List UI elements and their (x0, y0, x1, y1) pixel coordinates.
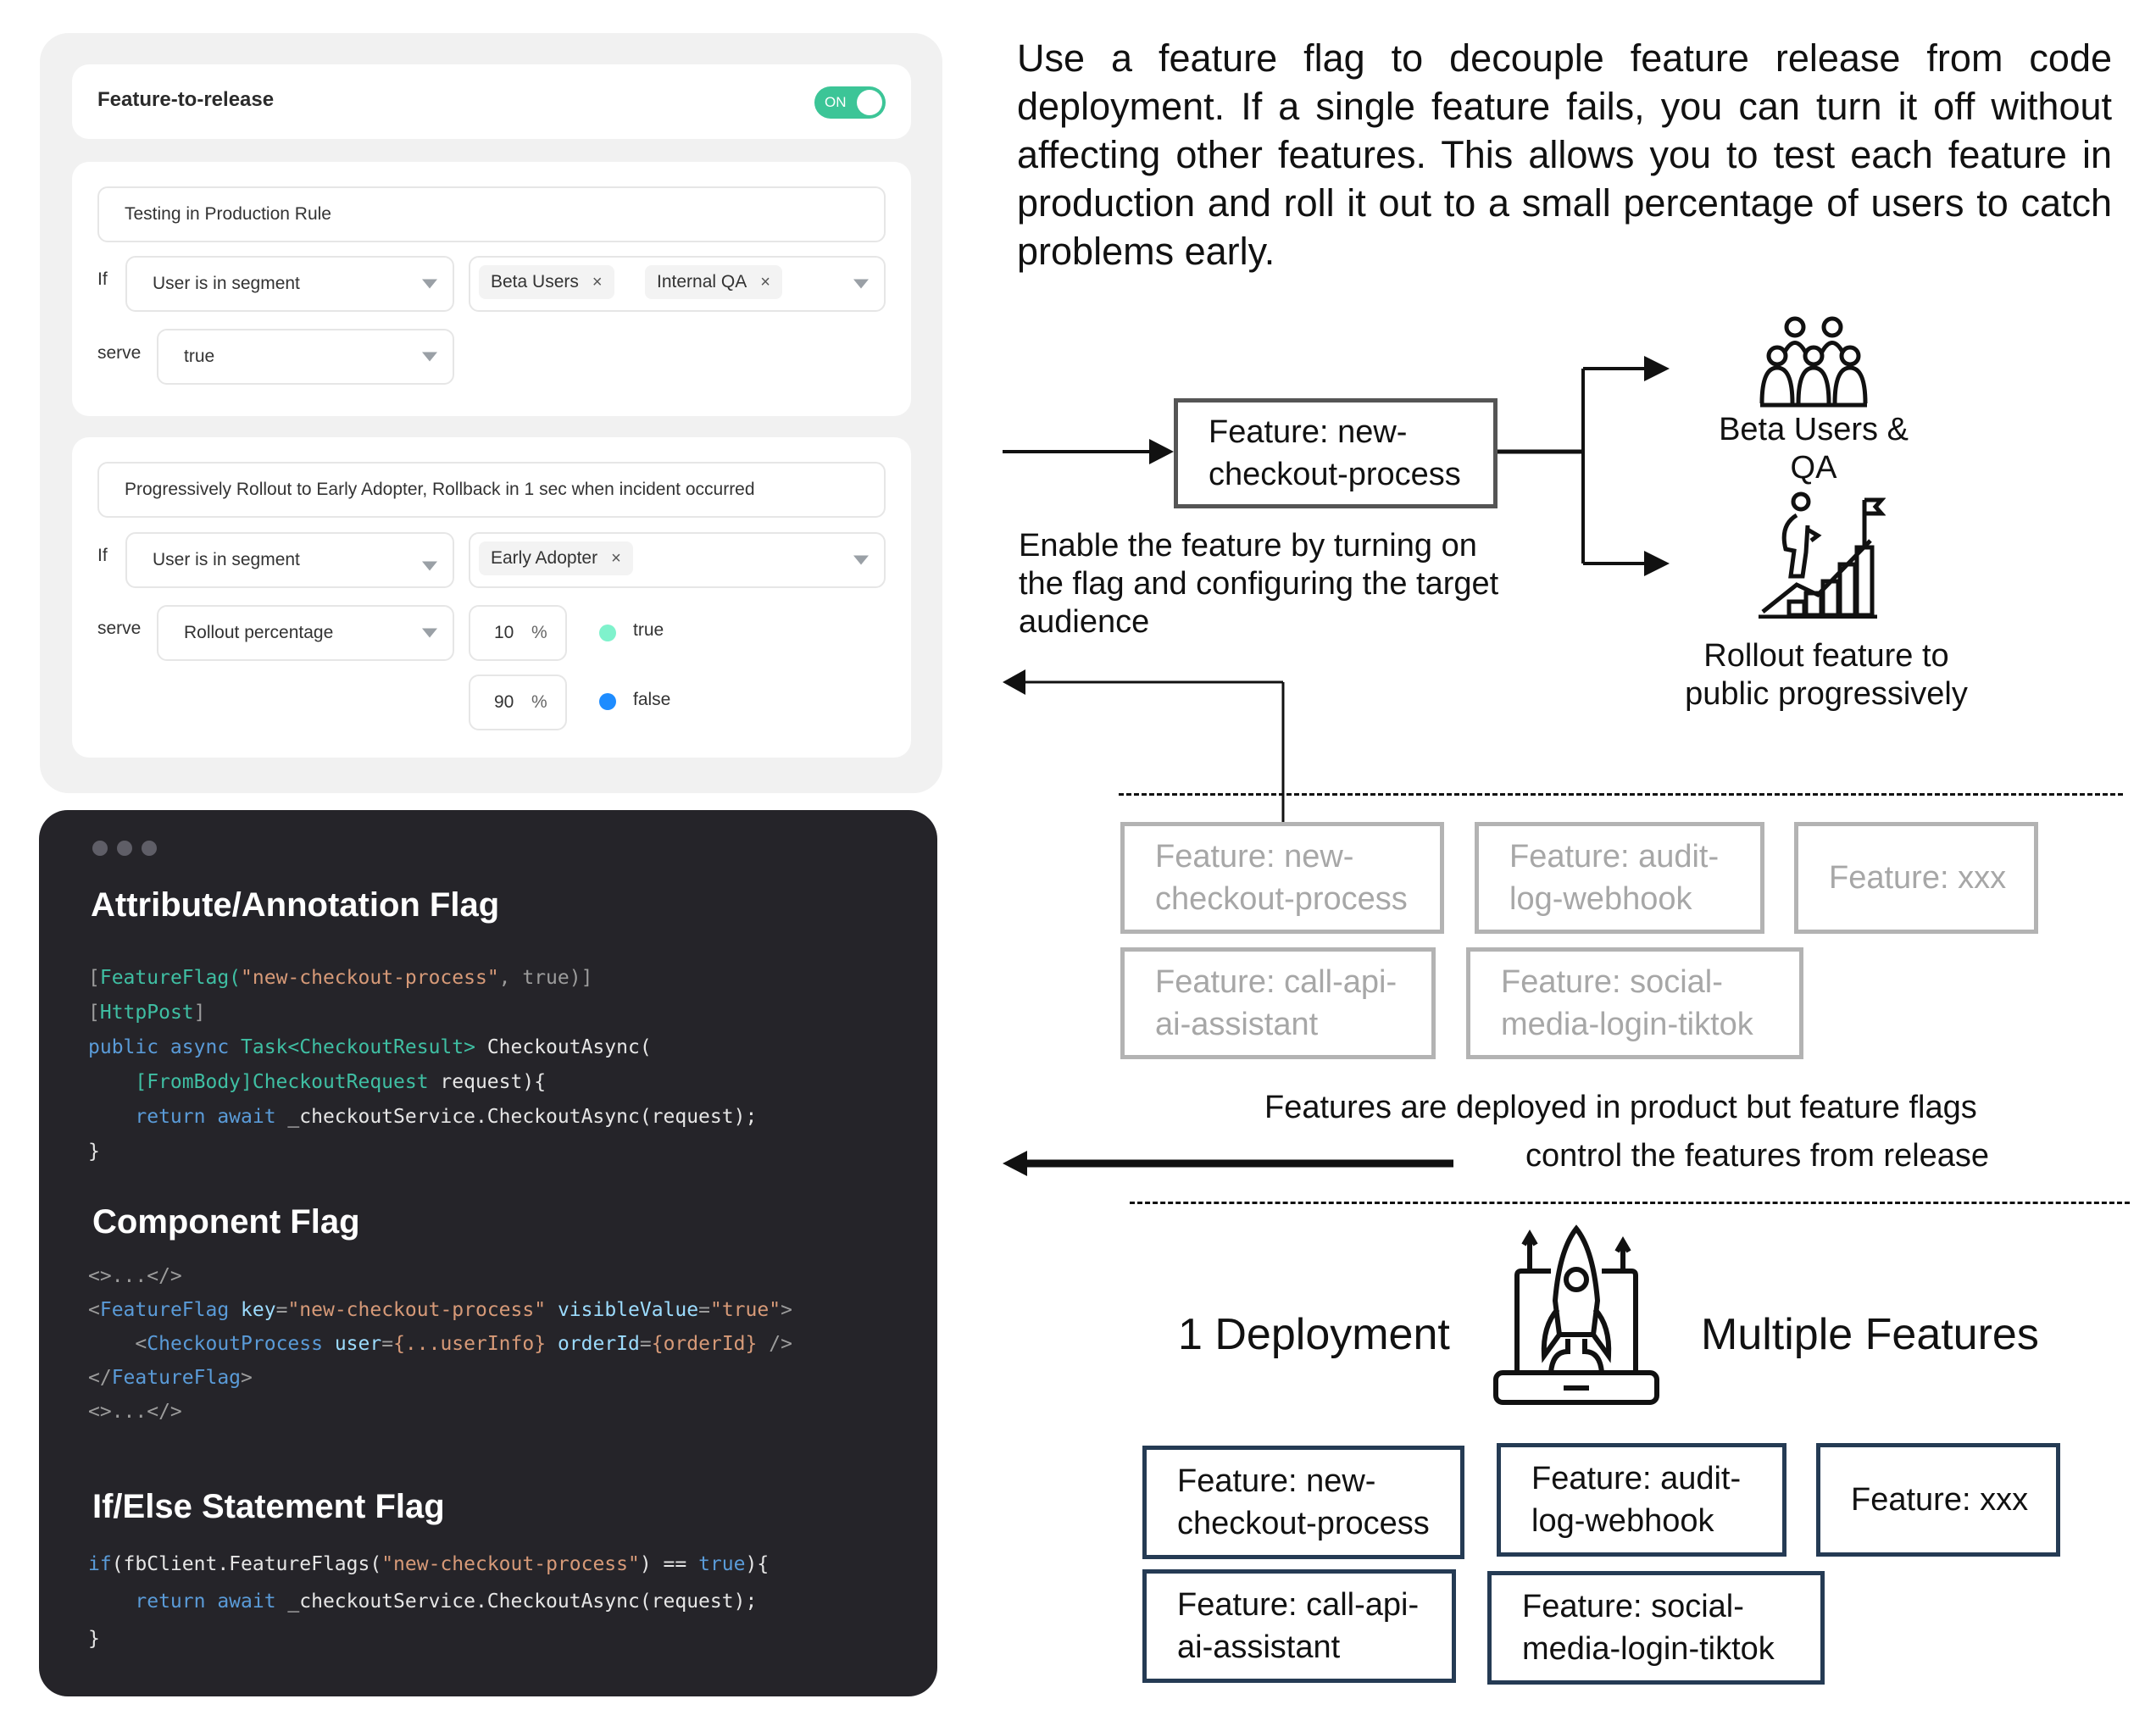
deployed-feature-audit-log: Feature: audit-log-webhook (1475, 822, 1764, 934)
deployed-caption-line2: control the features from release (1525, 1138, 1990, 1174)
target-label-beta: Beta Users & QA (1719, 412, 1909, 486)
arrow-head-icon (1149, 439, 1174, 464)
multiple-features-label: Multiple Features (1701, 1310, 2039, 1359)
person-climbing-growth-chart-icon (1759, 491, 1886, 619)
arrow-head-icon (1003, 1151, 1027, 1176)
feature-box-audit-log: Feature: audit-log-webhook (1497, 1443, 1786, 1557)
feature-box-social-login: Feature: social-media-login-tiktok (1487, 1571, 1825, 1685)
divider-bottom (1130, 1202, 2130, 1204)
deployed-feature-new-checkout: Feature: new-checkout-process (1120, 822, 1444, 934)
arrow-head-icon (1003, 669, 1025, 695)
feature-box-call-api: Feature: call-api-ai-assistant (1142, 1569, 1456, 1683)
enable-caption: Enable the feature by turning on the fla… (1019, 528, 1499, 640)
deployment-label: 1 Deployment (1178, 1310, 1450, 1359)
deployed-feature-xxx: Feature: xxx (1794, 822, 2038, 934)
group-of-people-icon (1759, 316, 1868, 408)
deployed-caption-line1: Features are deployed in product but fea… (1264, 1090, 1977, 1125)
arrow-head-icon (1644, 356, 1670, 381)
divider-top (1119, 793, 2123, 796)
feature-box-xxx: Feature: xxx (1816, 1443, 2060, 1557)
main-feature-box: Feature: new-checkout-process (1174, 398, 1498, 508)
target-label-rollout: Rollout feature to public progressively (1685, 638, 1968, 712)
deployed-feature-call-api: Feature: call-api-ai-assistant (1120, 947, 1436, 1059)
deployed-feature-social-login: Feature: social-media-login-tiktok (1466, 947, 1803, 1059)
arrow-head-icon (1644, 551, 1670, 576)
feature-box-new-checkout: Feature: new-checkout-process (1142, 1446, 1464, 1559)
rocket-launch-laptop-icon (1493, 1224, 1659, 1405)
